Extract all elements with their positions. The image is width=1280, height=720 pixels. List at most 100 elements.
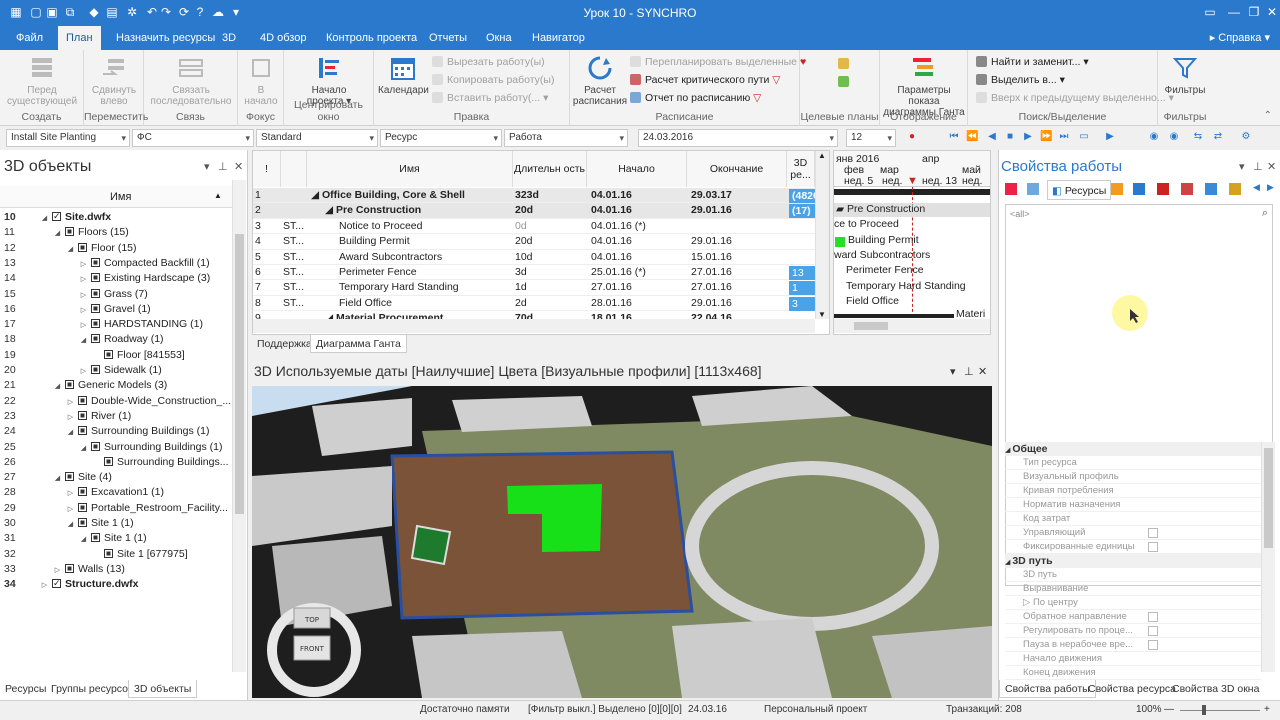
copy-task-button[interactable]: Копировать работу(ы): [432, 72, 554, 88]
font-size-spin[interactable]: 12: [846, 129, 896, 147]
property-row[interactable]: Выравнивание: [1005, 582, 1261, 596]
tree-row[interactable]: 16 ▷ Gravel (1): [0, 302, 232, 317]
expand-icon[interactable]: ▷: [66, 395, 75, 409]
collapse-icon[interactable]: ◢: [79, 532, 88, 546]
gantt-hscrollbar[interactable]: [834, 319, 990, 333]
focus-date-field[interactable]: 24.03.2016: [638, 129, 838, 147]
visibility-checkbox[interactable]: [91, 303, 100, 313]
gantt-bar-hardstanding[interactable]: Temporary Hard Standing: [846, 280, 966, 292]
grid-row[interactable]: 6 ST... Perimeter Fence 3d 25.01.16 (*) 27.01…: [253, 265, 815, 281]
baseline-2-button[interactable]: [838, 74, 853, 90]
visibility-checkbox[interactable]: [65, 563, 74, 573]
tree-row[interactable]: 17 ▷ HARDSTANDING (1): [0, 317, 232, 332]
props-scrollbar[interactable]: [1261, 442, 1275, 672]
tree-row[interactable]: 15 ▷ Grass (7): [0, 287, 232, 302]
tree-row[interactable]: 11 ◢ Floors (15): [0, 225, 232, 240]
property-checkbox[interactable]: [1148, 528, 1158, 538]
expand-icon[interactable]: ▷: [40, 578, 49, 592]
gantt-bar-permit[interactable]: Building Permit: [848, 234, 919, 246]
tree-row[interactable]: 30 ◢ Site 1 (1): [0, 516, 232, 531]
visibility-checkbox[interactable]: [52, 577, 61, 591]
visibility-checkbox[interactable]: [78, 242, 87, 252]
collapse-icon[interactable]: ◢: [53, 226, 62, 240]
property-row[interactable]: Начало движения: [1005, 652, 1261, 666]
props-tab-constraints-icon[interactable]: [1157, 183, 1169, 195]
view3d-pin-icon[interactable]: ⊥: [964, 365, 974, 378]
property-section-header[interactable]: ◢ 3D путь: [1005, 554, 1261, 568]
props-tab-stack-icon[interactable]: [1229, 183, 1241, 195]
tree-row[interactable]: 28 ▷ Excavation1 (1): [0, 485, 232, 500]
scroll-up-icon[interactable]: ▲: [818, 151, 826, 160]
tree-row[interactable]: 20 ▷ Sidewalk (1): [0, 363, 232, 378]
visibility-checkbox[interactable]: [91, 288, 100, 298]
props-tab-notes-icon[interactable]: [1205, 183, 1217, 195]
tree-row[interactable]: 14 ▷ Existing Hardscape (3): [0, 271, 232, 286]
property-row[interactable]: Конец движения: [1005, 666, 1261, 680]
property-section-header[interactable]: ◢ Общее: [1005, 442, 1261, 456]
next-frame-icon[interactable]: ⏩: [1040, 131, 1052, 143]
view3d-menu-icon[interactable]: ▾: [950, 365, 956, 378]
tab-3d[interactable]: 3D: [214, 26, 244, 50]
tab-gantt[interactable]: Диаграмма Ганта: [310, 335, 407, 353]
tab-resource-groups[interactable]: Группы ресурсов: [46, 680, 139, 698]
visibility-checkbox[interactable]: [78, 487, 87, 497]
zoom-out-icon[interactable]: —: [1164, 701, 1174, 719]
search-icon[interactable]: ⌕: [1262, 207, 1268, 220]
calendar-combo[interactable]: Standard: [256, 129, 378, 147]
calendars-button[interactable]: Календари: [378, 54, 429, 96]
tab-support[interactable]: Поддержка: [252, 335, 317, 353]
grid-hscrollbar[interactable]: [253, 319, 815, 333]
props-tab-resources[interactable]: ◧ Ресурсы: [1047, 180, 1112, 200]
grid-row[interactable]: 8 ST... Field Office 2d 28.01.16 29.01.16 3: [253, 296, 815, 312]
collapse-icon[interactable]: ◢: [66, 242, 75, 256]
pane-close-icon[interactable]: ✕: [234, 160, 243, 173]
visibility-checkbox[interactable]: [52, 210, 61, 224]
props-menu-icon[interactable]: ▾: [1239, 160, 1245, 173]
collapse-icon[interactable]: ◢: [66, 425, 75, 439]
tab-navigator[interactable]: Навигатор: [524, 26, 593, 50]
tree-row[interactable]: 34 ▷ Structure.dwfx: [0, 577, 232, 592]
visibility-checkbox[interactable]: [91, 365, 100, 374]
grid-row[interactable]: 4 ST... Building Permit 20d 04.01.16 29.01.16: [253, 234, 815, 250]
visibility-checkbox[interactable]: [91, 441, 100, 451]
expand-icon[interactable]: ▷: [79, 303, 88, 317]
tab-3d-objects[interactable]: 3D объекты: [128, 680, 198, 698]
props-tab-prev-icon[interactable]: ◀: [1253, 182, 1260, 193]
filters-button[interactable]: Фильтры: [1160, 54, 1210, 96]
gantt-bar-pre-construction[interactable]: ▰ Pre Construction: [836, 203, 925, 215]
gantt-bar-permit-fill[interactable]: [835, 237, 845, 247]
tree-row[interactable]: 33 ▷ Walls (13): [0, 562, 232, 577]
task-filter-combo[interactable]: Install Site Planting: [6, 129, 130, 147]
prev-frame-icon[interactable]: ⏪: [966, 131, 978, 143]
zoom-in-icon[interactable]: +: [1264, 701, 1270, 719]
visibility-checkbox[interactable]: [65, 227, 74, 237]
restore-ribbon-icon[interactable]: ▭: [1200, 3, 1220, 21]
visibility-checkbox[interactable]: [78, 518, 87, 527]
col-end-header[interactable]: Окончание: [687, 151, 787, 187]
property-checkbox[interactable]: [1148, 640, 1158, 650]
visibility-checkbox[interactable]: [65, 472, 74, 482]
insert-before-button[interactable]: Перед существующей: [4, 54, 80, 107]
play-range-icon[interactable]: ▶: [1104, 131, 1116, 143]
task-combo[interactable]: Работа: [504, 129, 628, 147]
tab-resources[interactable]: Ресурсы: [0, 680, 51, 698]
critical-path-button[interactable]: Расчет критического пути ▽: [630, 72, 780, 88]
capture-icon[interactable]: ◉: [1168, 131, 1180, 143]
property-row[interactable]: Тип ресурса: [1005, 456, 1261, 470]
property-row[interactable]: Код затрат: [1005, 512, 1261, 526]
tab-project-control[interactable]: Контроль проекта: [318, 26, 425, 50]
grid-row[interactable]: 1 ◢ Office Building, Core & Shell 323d 04.0…: [253, 188, 815, 204]
minimize-button[interactable]: —: [1224, 3, 1244, 21]
link-type-combo[interactable]: ФС: [132, 129, 254, 147]
visibility-checkbox[interactable]: [78, 426, 87, 436]
tree-row[interactable]: 25 ◢ Surrounding Buildings (1): [0, 440, 232, 455]
tree-row[interactable]: 32 Site 1 [677975]: [0, 547, 232, 562]
collapse-icon[interactable]: ◢: [53, 379, 62, 393]
tab-file[interactable]: Файл: [8, 26, 51, 50]
tree-row[interactable]: 29 ▷ Portable_Restroom_Facility...: [0, 501, 232, 516]
property-checkbox[interactable]: [1148, 626, 1158, 636]
tab-reports[interactable]: Отчеты: [421, 26, 475, 50]
expand-icon[interactable]: ▷: [53, 563, 62, 577]
visibility-checkbox[interactable]: [91, 533, 100, 543]
col-code-header[interactable]: [281, 151, 307, 187]
